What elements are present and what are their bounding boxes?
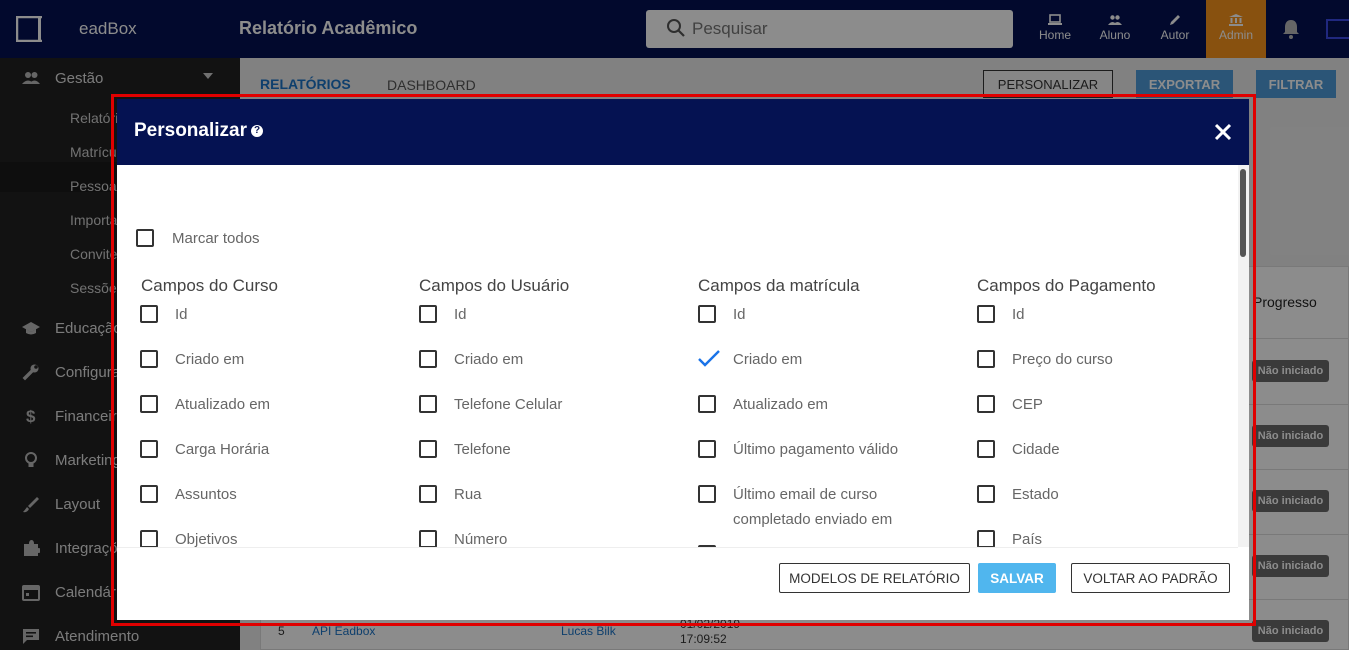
highlight-frame	[111, 94, 1256, 626]
